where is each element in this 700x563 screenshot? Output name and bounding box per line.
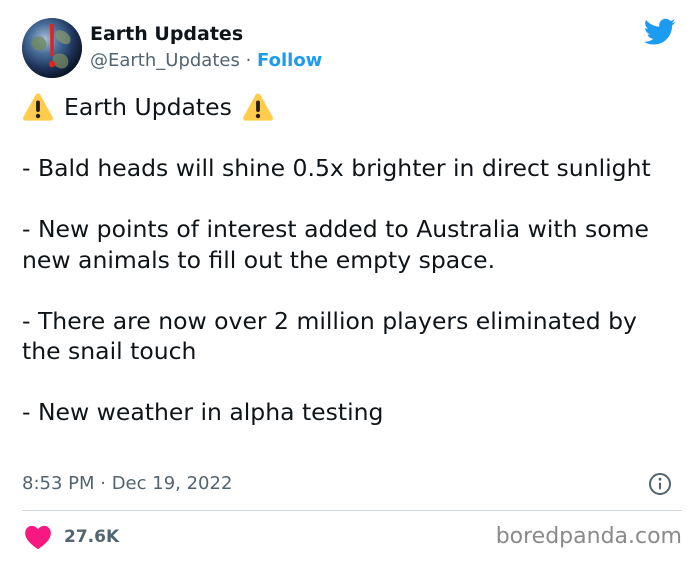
tweet-card: Earth Updates @Earth_Updates · Follow Ea… (0, 0, 700, 563)
warning-icon (22, 92, 54, 122)
warning-icon (242, 92, 274, 122)
update-item: - There are now over 2 million players e… (22, 306, 645, 366)
tweet-meta: 8:53 PM · Dec 19, 2022 (22, 471, 678, 497)
like-button[interactable]: 27.6K (22, 522, 119, 552)
update-item: - New points of interest added to Austra… (22, 215, 657, 274)
handle[interactable]: @Earth_Updates (90, 50, 240, 71)
twitter-bird-icon[interactable] (644, 18, 676, 46)
tweet-body: Earth Updates - Bald heads will shine 0.… (22, 92, 682, 428)
avatar[interactable] (22, 18, 82, 78)
earth-globe-warning-icon (22, 18, 82, 78)
handle-row: @Earth_Updates · Follow (90, 49, 322, 73)
like-count: 27.6K (64, 527, 120, 547)
tweet-footer: 27.6K boredpanda.com (22, 522, 682, 552)
tweet-header: Earth Updates @Earth_Updates · Follow (22, 16, 678, 80)
divider (22, 510, 682, 511)
info-icon[interactable] (648, 472, 672, 496)
tweet-title-line: Earth Updates (22, 92, 682, 123)
separator-dot: · (245, 50, 252, 71)
update-item: - Bald heads will shine 0.5x brighter in… (22, 154, 651, 182)
author-info: Earth Updates @Earth_Updates · Follow (90, 22, 322, 73)
tweet-title: Earth Updates (64, 93, 232, 121)
follow-button[interactable]: Follow (257, 50, 322, 71)
update-item: - New weather in alpha testing (22, 398, 384, 426)
display-name[interactable]: Earth Updates (90, 22, 322, 46)
heart-icon[interactable] (24, 524, 52, 550)
watermark: boredpanda.com (495, 524, 682, 549)
timestamp[interactable]: 8:53 PM · Dec 19, 2022 (22, 473, 232, 494)
